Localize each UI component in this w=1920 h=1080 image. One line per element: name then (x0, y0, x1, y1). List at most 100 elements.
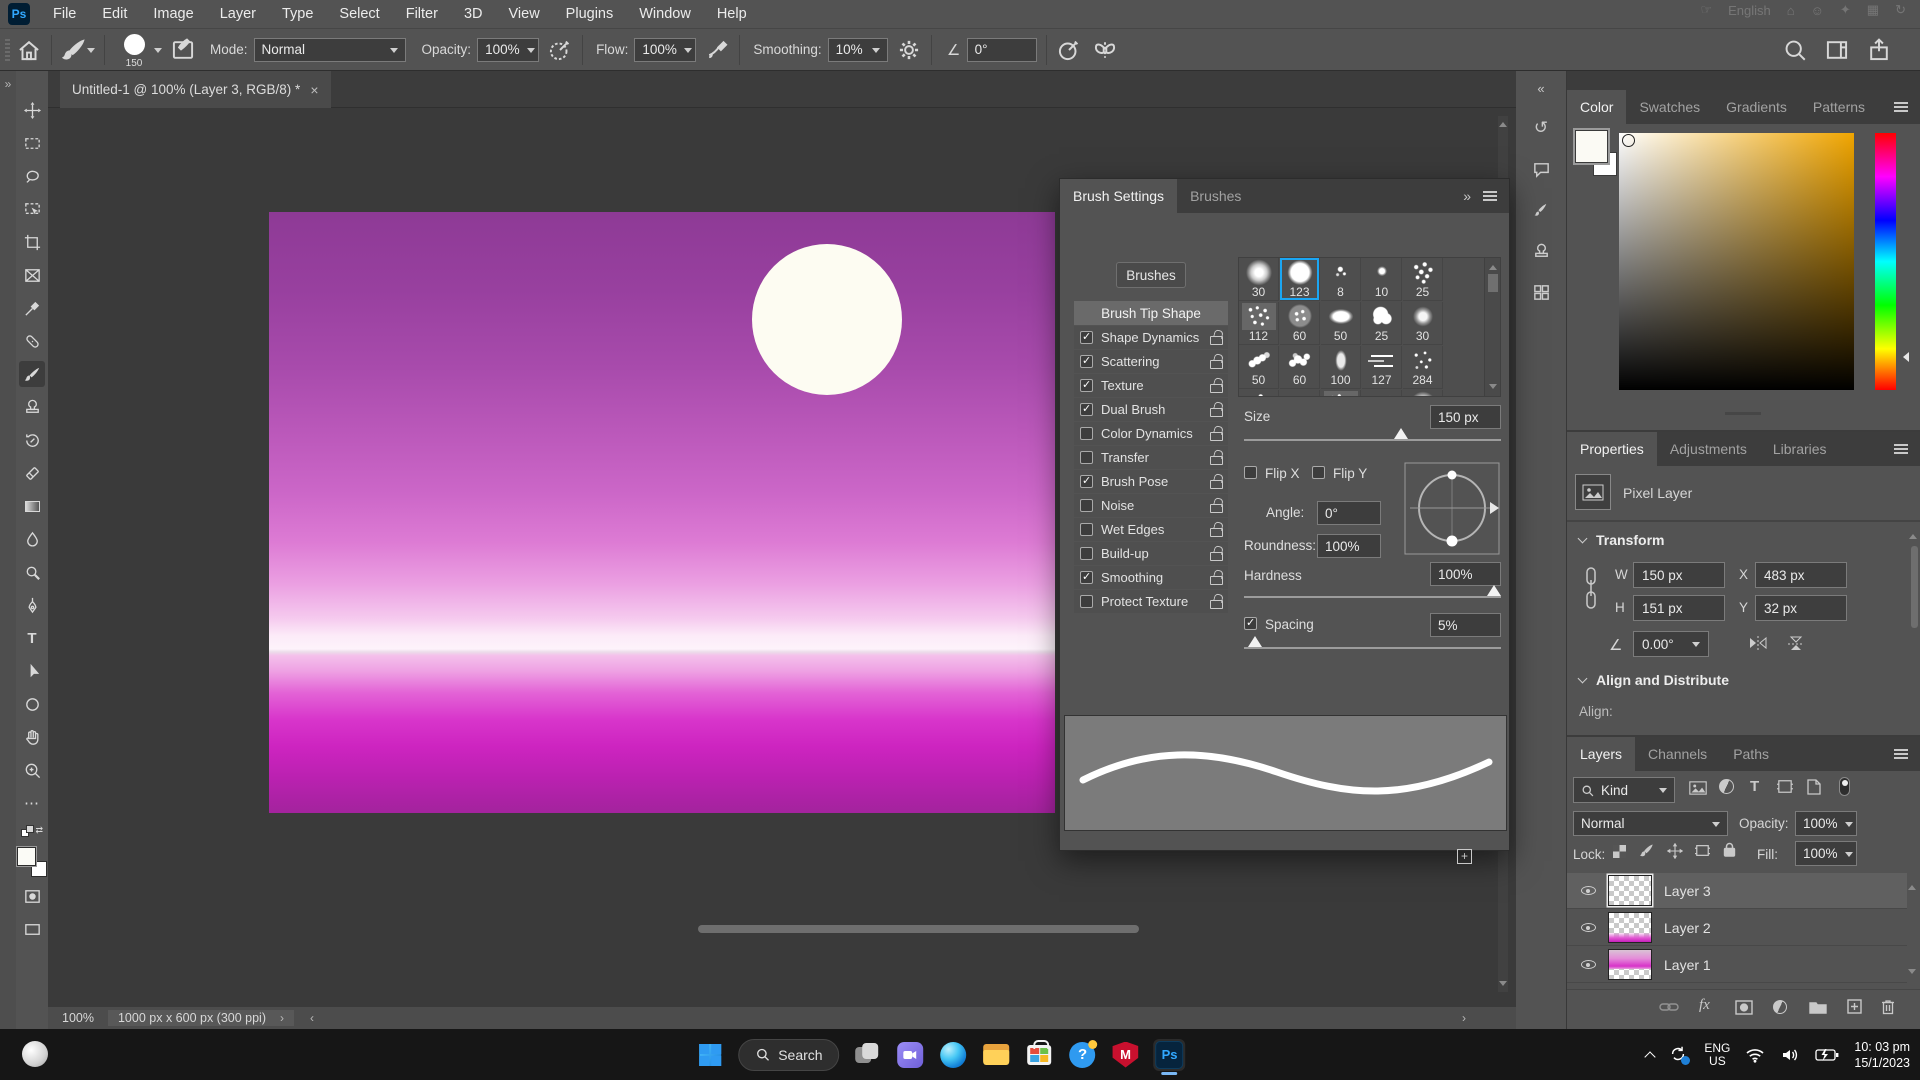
grid-scrollbar[interactable] (1484, 258, 1500, 396)
option-transfer[interactable]: Transfer (1074, 446, 1228, 469)
screen-mode-icon[interactable] (19, 916, 45, 942)
option-protect-texture[interactable]: Protect Texture (1074, 590, 1228, 613)
tab-patterns[interactable]: Patterns (1800, 90, 1878, 124)
flip-horizontal-icon[interactable] (1745, 634, 1771, 652)
share-icon[interactable] (1866, 37, 1892, 63)
foreground-background-swatches[interactable] (17, 847, 47, 877)
flip-y-checkbox[interactable] (1312, 466, 1325, 479)
adjustment-layer-icon[interactable] (1773, 1000, 1787, 1014)
zoom-level[interactable]: 100% (62, 1011, 94, 1025)
lock-icon[interactable] (1210, 499, 1222, 513)
layer-thumbnail[interactable] (1608, 875, 1652, 906)
layer-visibility-icon[interactable] (1581, 886, 1596, 895)
scroll-up-icon[interactable] (1908, 881, 1916, 890)
get-help-icon[interactable]: ? (1068, 1040, 1098, 1070)
y-field[interactable]: 32 px (1755, 595, 1847, 621)
option-build-up[interactable]: Build-up (1074, 542, 1228, 565)
hardness-field[interactable]: 100% (1430, 562, 1501, 586)
scroll-down-icon[interactable] (1908, 969, 1916, 978)
filter-pixel-layers-icon[interactable] (1689, 780, 1707, 796)
libraries-panel-icon[interactable] (1532, 283, 1551, 302)
opacity-dropdown[interactable]: 100% (477, 38, 539, 62)
checkbox[interactable] (1080, 331, 1093, 344)
brush-preset[interactable]: 25 (1362, 302, 1402, 345)
clock[interactable]: 10: 03 pm 15/1/2023 (1854, 1039, 1910, 1071)
filter-shape-layers-icon[interactable] (1777, 779, 1793, 794)
tool-clone-stamp[interactable] (19, 394, 45, 420)
tool-edit-toolbar[interactable]: ⋯ (19, 790, 45, 816)
smoothing-gear-icon[interactable] (896, 37, 922, 63)
tool-dodge[interactable] (19, 559, 45, 585)
align-distribute-section-header[interactable]: Align and Distribute (1579, 672, 1729, 688)
checkbox[interactable] (1080, 355, 1093, 368)
checkbox[interactable] (1080, 379, 1093, 392)
brush-tool-preset-icon[interactable] (61, 37, 87, 63)
panel-menu-icon[interactable] (1894, 106, 1908, 108)
start-button[interactable] (695, 1040, 725, 1070)
edge-browser-icon[interactable] (939, 1040, 969, 1070)
lock-image-pixels-icon[interactable] (1639, 843, 1655, 859)
lock-icon[interactable] (1210, 331, 1222, 345)
brush-preset[interactable]: 25 (1403, 258, 1443, 301)
rotate-field[interactable]: 0.00° (1633, 631, 1709, 657)
hardness-slider[interactable] (1244, 596, 1501, 598)
lock-transparent-pixels-icon[interactable] (1613, 845, 1626, 858)
color-swatches-widget[interactable] (1575, 130, 1621, 176)
brush-preset[interactable] (1280, 390, 1320, 397)
checkbox[interactable] (1080, 403, 1093, 416)
double-chevron-icon[interactable]: » (0, 77, 16, 91)
layer-visibility-icon[interactable] (1581, 960, 1596, 969)
size-slider[interactable] (1244, 439, 1501, 441)
lock-position-icon[interactable] (1667, 843, 1683, 859)
tab-swatches[interactable]: Swatches (1626, 90, 1713, 124)
brush-preset[interactable] (1321, 390, 1361, 397)
battery-icon[interactable] (1815, 1048, 1839, 1062)
flip-x-checkbox[interactable] (1244, 466, 1257, 479)
filter-type-layers-icon[interactable]: T (1750, 778, 1759, 795)
menu-filter[interactable]: Filter (393, 0, 451, 29)
brush-preset[interactable]: 50 (1239, 346, 1279, 389)
document-tab[interactable]: Untitled-1 @ 100% (Layer 3, RGB/8) * × (60, 71, 331, 108)
menu-3d[interactable]: 3D (451, 0, 496, 29)
scroll-up-icon[interactable] (1909, 530, 1917, 539)
tool-eyedropper[interactable] (19, 295, 45, 321)
checkbox[interactable] (1080, 547, 1093, 560)
option-dual-brush[interactable]: Dual Brush (1074, 398, 1228, 421)
properties-scrollbar[interactable] (1911, 546, 1918, 628)
preset-chevron-icon[interactable] (87, 48, 95, 57)
lock-icon[interactable] (1210, 355, 1222, 369)
tool-type[interactable]: T (19, 625, 45, 651)
smoothing-dropdown[interactable]: 10% (828, 38, 888, 62)
scroll-up-icon[interactable] (1489, 261, 1497, 270)
quick-mask-icon[interactable] (19, 883, 45, 909)
tab-properties[interactable]: Properties (1567, 432, 1657, 466)
blend-mode-dropdown[interactable]: Normal (254, 38, 406, 62)
link-layers-icon[interactable] (1659, 1001, 1679, 1013)
scroll-down-icon[interactable] (1499, 981, 1507, 990)
microsoft-store-icon[interactable] (1025, 1040, 1055, 1070)
brushes-button[interactable]: Brushes (1116, 262, 1186, 288)
filter-toggle-switch[interactable] (1839, 777, 1850, 796)
brush-settings-panel-icon[interactable] (1532, 201, 1551, 220)
lock-icon[interactable] (1210, 475, 1222, 489)
spacing-checkbox[interactable] (1244, 617, 1257, 630)
fill-dropdown[interactable]: 100% (1795, 841, 1857, 866)
add-mask-icon[interactable] (1735, 1000, 1753, 1015)
tool-rectangular-marquee[interactable] (19, 130, 45, 156)
airbrush-icon[interactable] (704, 37, 730, 63)
layer-thumbnail[interactable] (1608, 949, 1652, 980)
tool-shape[interactable] (19, 691, 45, 717)
option-scattering[interactable]: Scattering (1074, 350, 1228, 373)
tab-brushes[interactable]: Brushes (1177, 179, 1254, 213)
new-brush-button[interactable]: + (1457, 849, 1472, 864)
panel-menu-icon[interactable] (1894, 448, 1908, 450)
checkbox[interactable] (1080, 499, 1093, 512)
layer-name[interactable]: Layer 3 (1664, 883, 1711, 899)
brush-preset[interactable]: 60 (1280, 346, 1320, 389)
layer-name[interactable]: Layer 2 (1664, 920, 1711, 936)
lock-icon[interactable] (1210, 523, 1222, 537)
angle-field[interactable]: 0° (1317, 501, 1381, 525)
symmetry-butterfly-icon[interactable] (1092, 37, 1118, 63)
chevron-right-icon[interactable]: › (280, 1011, 284, 1025)
brush-angle-dial[interactable] (1404, 462, 1500, 555)
